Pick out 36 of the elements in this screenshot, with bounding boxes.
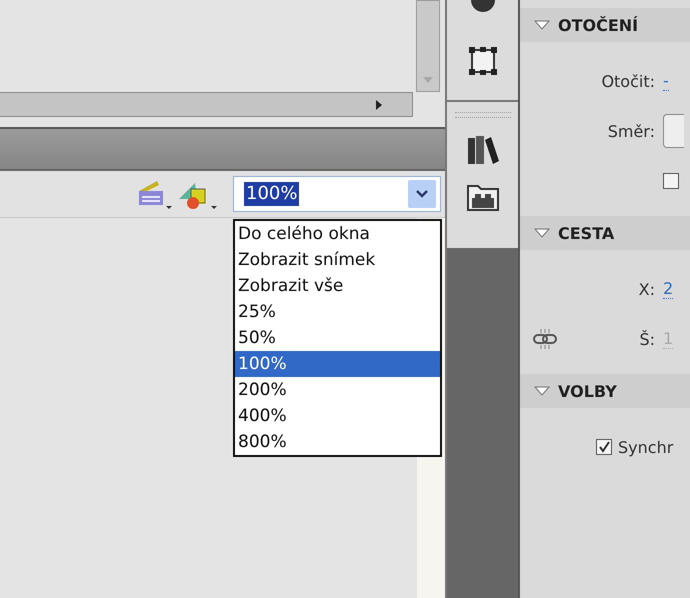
value-field[interactable]: 2 <box>663 279 674 299</box>
scroll-right-icon[interactable] <box>376 100 382 110</box>
checkbox-label: Synchr <box>618 438 674 456</box>
zoom-option[interactable]: 800% <box>235 429 440 455</box>
transform-frame-icon[interactable] <box>468 46 498 76</box>
horizontal-scrollbar[interactable] <box>0 92 413 117</box>
value-field[interactable]: - <box>663 71 669 91</box>
section-header[interactable]: VOLBY <box>520 374 690 408</box>
chevron-down-icon <box>416 190 428 198</box>
grip-handle[interactable] <box>454 112 510 118</box>
folder-icon[interactable] <box>466 182 500 212</box>
zoom-option[interactable]: 50% <box>235 325 440 351</box>
direction-select[interactable] <box>663 114 684 148</box>
zoom-option[interactable]: Do celého okna <box>235 221 440 247</box>
field-label: X: <box>638 280 655 298</box>
field-label: Směr: <box>608 122 655 140</box>
checkbox[interactable] <box>596 439 612 455</box>
zoom-value: 100% <box>244 182 300 206</box>
dropdown-button[interactable] <box>408 180 436 208</box>
zoom-option[interactable]: Zobrazit snímek <box>235 247 440 273</box>
disclosure-triangle-icon <box>534 20 550 30</box>
vertical-scrollbar[interactable] <box>416 0 440 92</box>
zoom-option[interactable]: Zobrazit vše <box>235 273 440 299</box>
section-header[interactable]: CESTA <box>520 216 690 250</box>
zoom-option[interactable]: 200% <box>235 377 440 403</box>
books-icon[interactable] <box>466 134 500 166</box>
section-header[interactable]: OTOČENÍ <box>520 8 690 42</box>
zoom-option[interactable]: 100% <box>235 351 440 377</box>
disclosure-triangle-icon <box>534 386 550 396</box>
zoom-option[interactable]: 400% <box>235 403 440 429</box>
field-label: Š: <box>639 330 655 348</box>
zoom-option[interactable]: 25% <box>235 299 440 325</box>
checkbox[interactable] <box>663 173 679 189</box>
disclosure-triangle-icon <box>534 228 550 238</box>
zoom-combo-box[interactable]: 100% <box>233 176 441 212</box>
field-label: Otočit: <box>601 72 655 90</box>
